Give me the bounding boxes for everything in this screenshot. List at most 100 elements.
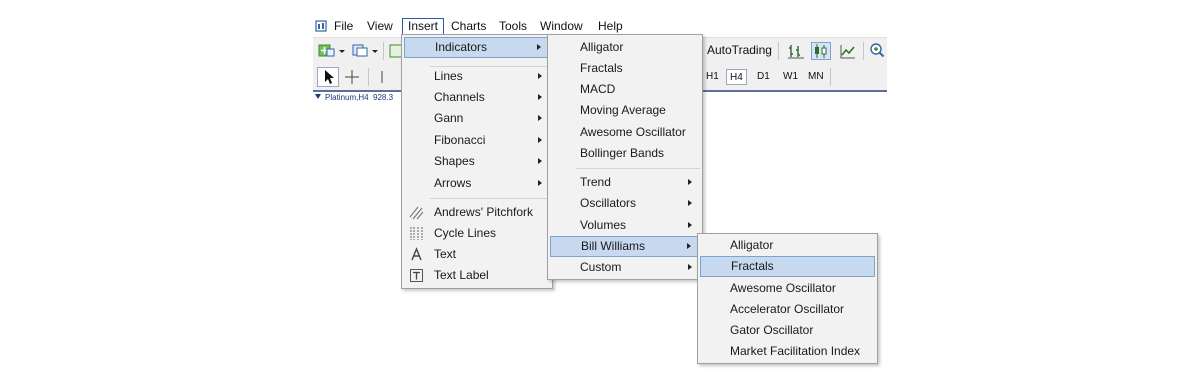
submenu-arrow-icon	[688, 264, 692, 270]
submenu-arrow-icon	[688, 222, 692, 228]
menu-item-label: Awesome Oscillator	[730, 281, 836, 295]
cursor-button[interactable]	[317, 67, 339, 87]
profiles-icon[interactable]	[351, 42, 379, 60]
submenu-arrow-icon	[687, 243, 691, 249]
autotrading-button[interactable]: AutoTrading	[707, 43, 772, 57]
submenu-item-oscillators[interactable]: Oscillators	[550, 193, 700, 214]
menu-item-cycle-lines[interactable]: Cycle Lines	[404, 223, 550, 244]
menu-item-label: Andrews' Pitchfork	[434, 205, 533, 219]
chart-symbol-label: Platinum,H4 928.3	[315, 93, 393, 102]
submenu-item-macd[interactable]: MACD	[550, 79, 700, 100]
menu-item-label: Fibonacci	[434, 133, 486, 147]
menu-item-label: Shapes	[434, 154, 475, 168]
bar-chart-icon[interactable]	[787, 42, 805, 60]
toolbar-separator	[368, 68, 369, 86]
timeframe-mn[interactable]: MN	[805, 69, 827, 85]
menu-insert[interactable]: Insert	[402, 18, 445, 35]
vertical-line-icon[interactable]	[377, 68, 387, 86]
toolbar-separator	[830, 68, 831, 86]
menu-item-lines[interactable]: Lines	[404, 66, 550, 87]
bw-item-fractals[interactable]: Fractals	[700, 256, 875, 277]
submenu-arrow-icon	[538, 137, 542, 143]
collapse-triangle-icon	[315, 94, 321, 99]
submenu-item-trend[interactable]: Trend	[550, 172, 700, 193]
submenu-item-alligator[interactable]: Alligator	[550, 37, 700, 58]
app-icon	[315, 20, 327, 32]
menu-item-label: Alligator	[730, 238, 774, 252]
submenu-arrow-icon	[538, 180, 542, 186]
submenu-item-fractals[interactable]: Fractals	[550, 58, 700, 79]
menu-help[interactable]: Help	[593, 18, 628, 35]
menu-item-label: Channels	[434, 90, 485, 104]
new-chart-icon[interactable]	[318, 42, 346, 60]
menu-item-label: Bollinger Bands	[580, 146, 665, 160]
chart-symbol: Platinum,H4	[325, 93, 369, 102]
menu-item-arrows[interactable]: Arrows	[404, 173, 550, 194]
menu-item-indicators[interactable]: Indicators	[404, 37, 550, 58]
menu-item-label: Fractals	[580, 61, 623, 75]
menu-item-label: Lines	[434, 69, 463, 83]
toolbar-separator	[863, 42, 864, 60]
menu-item-text[interactable]: Text	[404, 244, 550, 265]
text-icon	[411, 247, 422, 261]
submenu-arrow-icon	[538, 73, 542, 79]
menu-item-label: Custom	[580, 260, 622, 274]
bw-item-awesome-oscillator[interactable]: Awesome Oscillator	[700, 278, 875, 299]
menu-item-andrews-pitchfork[interactable]: Andrews' Pitchfork	[404, 202, 550, 223]
menu-item-label: Arrows	[434, 176, 472, 190]
timeframe-d1[interactable]: D1	[754, 69, 773, 85]
cursor-arrow-icon	[325, 70, 334, 84]
bill-williams-submenu: Alligator Fractals Awesome Oscillator Ac…	[697, 233, 878, 364]
submenu-arrow-icon	[538, 158, 542, 164]
submenu-item-awesome-oscillator[interactable]: Awesome Oscillator	[550, 122, 700, 143]
submenu-item-custom[interactable]: Custom	[550, 257, 700, 278]
menu-view[interactable]: View	[362, 18, 398, 35]
bw-item-alligator[interactable]: Alligator	[700, 235, 875, 256]
menu-item-label: Oscillators	[580, 196, 637, 210]
menu-item-shapes[interactable]: Shapes	[404, 151, 550, 172]
candlestick-chart-icon[interactable]	[811, 42, 831, 60]
crosshair-icon[interactable]	[343, 68, 361, 86]
timeframe-h4[interactable]: H4	[726, 69, 747, 85]
submenu-item-bill-williams[interactable]: Bill Williams	[550, 236, 700, 257]
menu-item-label: Awesome Oscillator	[580, 125, 686, 139]
menu-file[interactable]: File	[329, 18, 358, 35]
menu-window[interactable]: Window	[535, 18, 588, 35]
submenu-arrow-icon	[537, 44, 541, 50]
bw-item-gator-oscillator[interactable]: Gator Oscillator	[700, 320, 875, 341]
toolbar-separator	[778, 42, 779, 60]
submenu-item-volumes[interactable]: Volumes	[550, 215, 700, 236]
menu-item-label: Text	[434, 247, 457, 261]
menu-item-fibonacci[interactable]: Fibonacci	[404, 130, 550, 151]
indicators-submenu: Alligator Fractals MACD Moving Average A…	[547, 34, 703, 280]
menu-item-channels[interactable]: Channels	[404, 87, 550, 108]
line-chart-icon[interactable]	[839, 42, 857, 60]
submenu-item-moving-average[interactable]: Moving Average	[550, 100, 700, 121]
menu-item-text-label[interactable]: Text Label	[404, 265, 550, 286]
menu-tools[interactable]: Tools	[494, 18, 532, 35]
menu-item-label: Moving Average	[580, 103, 666, 117]
menu-item-label: Gann	[434, 111, 464, 125]
zoom-in-icon[interactable]	[869, 42, 885, 60]
menu-separator	[576, 168, 700, 169]
bw-item-accelerator-oscillator[interactable]: Accelerator Oscillator	[700, 299, 875, 320]
timeframe-w1[interactable]: W1	[780, 69, 801, 85]
chart-price: 928.3	[373, 93, 394, 102]
menu-charts[interactable]: Charts	[446, 18, 491, 35]
submenu-item-bollinger-bands[interactable]: Bollinger Bands	[550, 143, 700, 164]
timeframe-h1[interactable]: H1	[703, 69, 722, 85]
menu-item-label: Volumes	[580, 218, 627, 232]
bw-item-market-facilitation-index[interactable]: Market Facilitation Index	[700, 341, 875, 362]
submenu-arrow-icon	[688, 200, 692, 206]
menu-item-label: Market Facilitation Index	[730, 344, 861, 358]
menu-item-label: Accelerator Oscillator	[730, 302, 845, 316]
cycle-lines-icon	[410, 227, 423, 240]
menu-item-gann[interactable]: Gann	[404, 108, 550, 129]
menu-item-label: Cycle Lines	[434, 226, 497, 240]
menu-item-label: Fractals	[731, 259, 774, 273]
menu-item-label: Alligator	[580, 40, 624, 54]
submenu-arrow-icon	[538, 115, 542, 121]
menu-separator	[430, 198, 550, 199]
menu-item-label: Gator Oscillator	[730, 323, 814, 337]
menu-item-label: MACD	[580, 82, 616, 96]
